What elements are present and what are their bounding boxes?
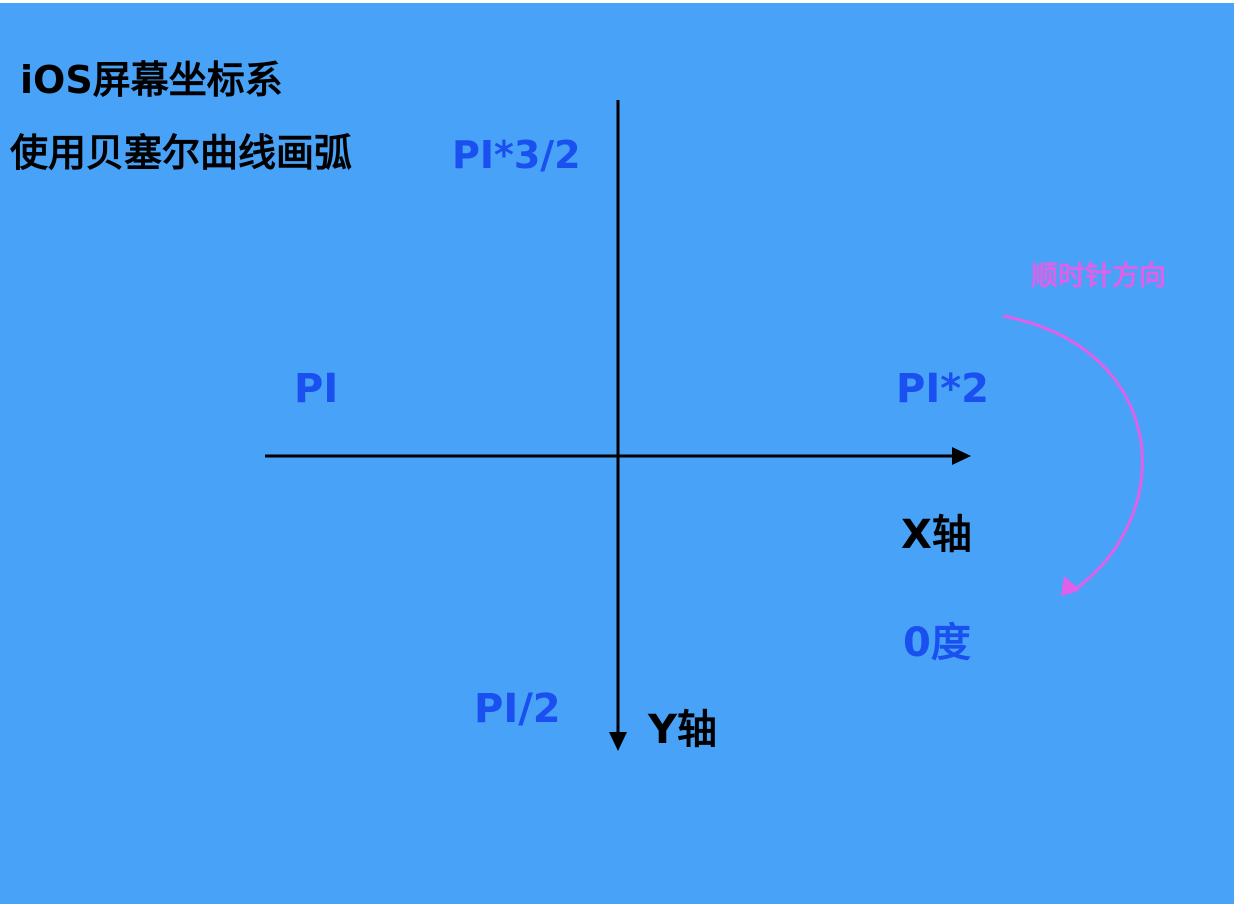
angle-label-half-pi: PI/2 — [474, 686, 561, 732]
angle-label-pi: PI — [294, 366, 339, 412]
x-axis-arrowhead — [952, 447, 971, 465]
y-axis-label: Y轴 — [648, 707, 717, 753]
x-axis-label: X轴 — [901, 512, 972, 558]
y-axis-arrowhead — [609, 732, 627, 751]
page-title: iOS屏幕坐标系 — [20, 58, 283, 102]
angle-label-zero: 0度 — [903, 620, 971, 666]
clockwise-arc — [1002, 314, 1144, 595]
angle-label-two-pi: PI*2 — [896, 366, 989, 412]
angle-label-three-half-pi: PI*3/2 — [452, 133, 581, 177]
diagram-canvas: iOS屏幕坐标系 使用贝塞尔曲线画弧 PI*3/2 顺时针方向 PI PI*2 … — [0, 3, 1234, 904]
page-subtitle: 使用贝塞尔曲线画弧 — [10, 131, 353, 175]
clockwise-direction-label: 顺时针方向 — [1031, 261, 1166, 292]
